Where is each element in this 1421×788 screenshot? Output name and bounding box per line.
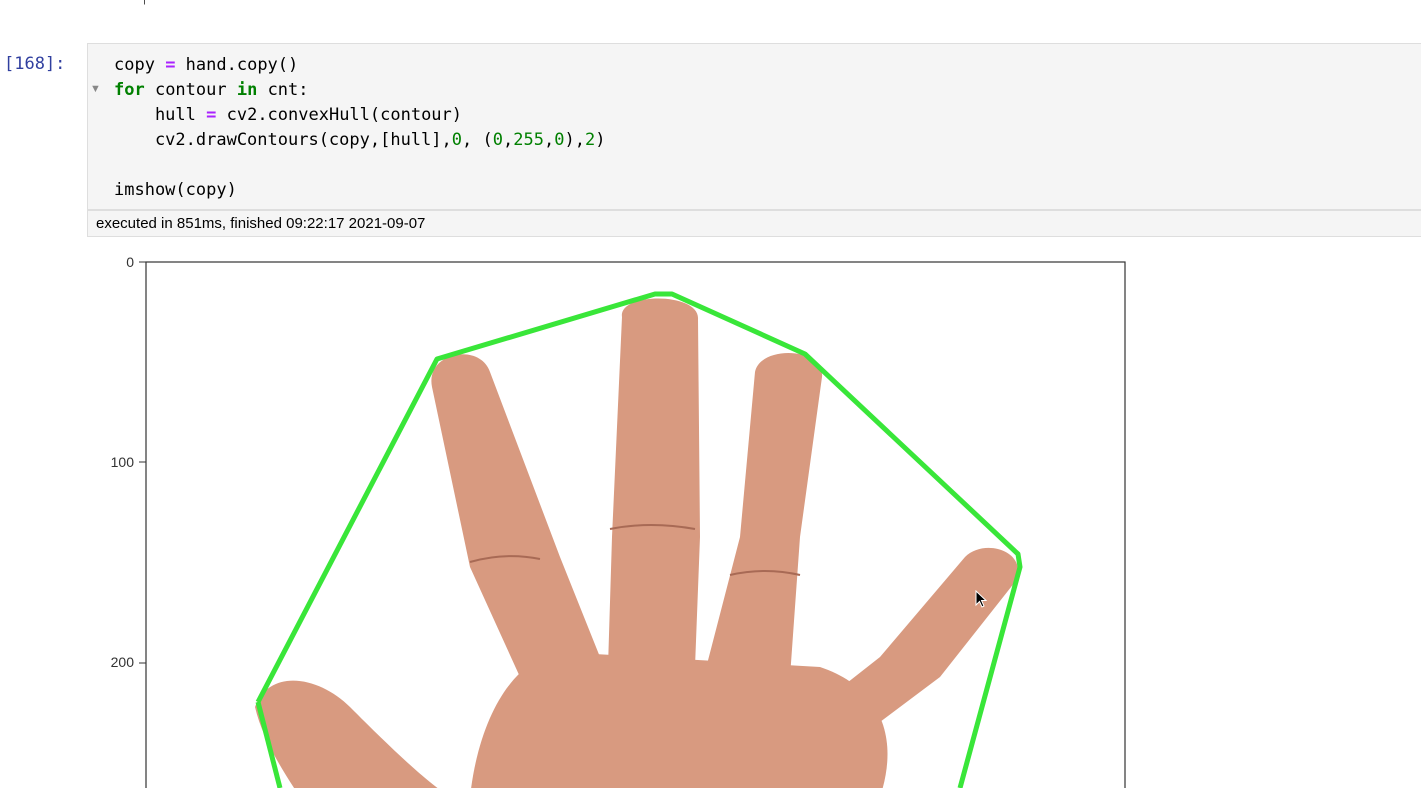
code-line[interactable]: imshow(copy) [114, 178, 605, 203]
plot-canvas [139, 261, 1126, 788]
code-line[interactable] [114, 153, 605, 178]
axis-tick: --- [333, 0, 344, 5]
execution-info: executed in 851ms, finished 09:22:17 202… [87, 210, 1421, 237]
collapse-triangle-icon[interactable]: ▼ [90, 83, 101, 95]
middle-finger [608, 298, 700, 667]
axis-tick: --- [933, 0, 944, 5]
code-editor[interactable]: copy = hand.copy() for contour in cnt: hu… [114, 53, 605, 203]
axis-tick: --- [533, 0, 544, 5]
output-image: 0 100 200 [0, 237, 1421, 788]
axis-tick: --- [733, 0, 744, 5]
code-line[interactable]: for contour in cnt: [114, 78, 605, 103]
previous-output-axis: | --- --- --- --- [0, 0, 1421, 10]
code-line[interactable]: hull = cv2.convexHull(contour) [114, 103, 605, 128]
code-line[interactable]: copy = hand.copy() [114, 53, 605, 78]
axis-tick: | [143, 0, 146, 5]
code-line[interactable]: cv2.drawContours(copy,[hull],0, (0,255,0… [114, 128, 606, 153]
mouse-cursor-icon [975, 590, 988, 608]
cell-prompt: [168]: [4, 54, 66, 74]
